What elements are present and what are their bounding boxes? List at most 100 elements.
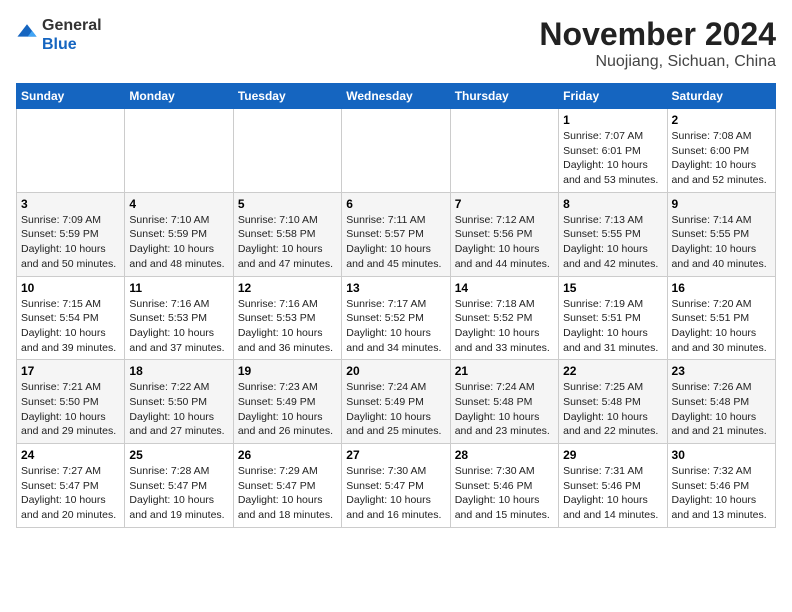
calendar-cell (125, 109, 233, 193)
calendar-cell: 21 Sunrise: 7:24 AMSunset: 5:48 PMDayligh… (450, 360, 558, 444)
calendar-cell (233, 109, 341, 193)
day-number: 3 (21, 197, 120, 211)
calendar-cell: 14 Sunrise: 7:18 AMSunset: 5:52 PMDayligh… (450, 276, 558, 360)
calendar-cell: 29 Sunrise: 7:31 AMSunset: 5:46 PMDayligh… (559, 444, 667, 528)
day-number: 27 (346, 448, 445, 462)
calendar-cell: 5 Sunrise: 7:10 AMSunset: 5:58 PMDaylight… (233, 192, 341, 276)
calendar-cell: 3 Sunrise: 7:09 AMSunset: 5:59 PMDaylight… (17, 192, 125, 276)
logo-icon (16, 22, 38, 44)
day-number: 21 (455, 364, 554, 378)
day-number: 7 (455, 197, 554, 211)
day-number: 8 (563, 197, 662, 211)
calendar-row-1: 3 Sunrise: 7:09 AMSunset: 5:59 PMDaylight… (17, 192, 776, 276)
calendar-cell: 23 Sunrise: 7:26 AMSunset: 5:48 PMDayligh… (667, 360, 775, 444)
weekday-header-friday: Friday (559, 84, 667, 109)
logo-blue-text: Blue (42, 35, 102, 54)
calendar-cell: 4Sunrise: 7:10 AMSunset: 5:59 PMDaylight… (125, 192, 233, 276)
day-info: Sunrise: 7:13 AMSunset: 5:55 PMDaylight:… (563, 213, 662, 272)
calendar-cell: 27 Sunrise: 7:30 AMSunset: 5:47 PMDayligh… (342, 444, 450, 528)
day-number: 15 (563, 281, 662, 295)
calendar-row-2: 10Sunrise: 7:15 AMSunset: 5:54 PMDayligh… (17, 276, 776, 360)
day-number: 5 (238, 197, 337, 211)
day-number: 24 (21, 448, 120, 462)
calendar-cell: 26Sunrise: 7:29 AMSunset: 5:47 PMDayligh… (233, 444, 341, 528)
weekday-header-saturday: Saturday (667, 84, 775, 109)
day-number: 11 (129, 281, 228, 295)
calendar-cell: 2 Sunrise: 7:08 AMSunset: 6:00 PMDaylight… (667, 109, 775, 193)
day-info: Sunrise: 7:08 AMSunset: 6:00 PMDaylight:… (672, 129, 771, 188)
day-info: Sunrise: 7:17 AMSunset: 5:52 PMDaylight:… (346, 297, 445, 356)
day-number: 1 (563, 113, 662, 127)
calendar-row-3: 17 Sunrise: 7:21 AMSunset: 5:50 PMDayligh… (17, 360, 776, 444)
day-info: Sunrise: 7:30 AMSunset: 5:46 PMDaylight:… (455, 464, 554, 523)
day-number: 12 (238, 281, 337, 295)
day-info: Sunrise: 7:09 AMSunset: 5:59 PMDaylight:… (21, 213, 120, 272)
calendar-table: SundayMondayTuesdayWednesdayThursdayFrid… (16, 83, 776, 528)
day-number: 28 (455, 448, 554, 462)
calendar-cell (17, 109, 125, 193)
day-number: 17 (21, 364, 120, 378)
day-info: Sunrise: 7:12 AMSunset: 5:56 PMDaylight:… (455, 213, 554, 272)
calendar-row-0: 1 Sunrise: 7:07 AMSunset: 6:01 PMDaylight… (17, 109, 776, 193)
day-info: Sunrise: 7:21 AMSunset: 5:50 PMDaylight:… (21, 380, 120, 439)
weekday-header-sunday: Sunday (17, 84, 125, 109)
day-number: 29 (563, 448, 662, 462)
title-block: November 2024 Nuojiang, Sichuan, China (539, 16, 776, 71)
day-info: Sunrise: 7:23 AMSunset: 5:49 PMDaylight:… (238, 380, 337, 439)
day-info: Sunrise: 7:25 AMSunset: 5:48 PMDaylight:… (563, 380, 662, 439)
day-number: 2 (672, 113, 771, 127)
day-info: Sunrise: 7:24 AMSunset: 5:48 PMDaylight:… (455, 380, 554, 439)
day-info: Sunrise: 7:18 AMSunset: 5:52 PMDaylight:… (455, 297, 554, 356)
day-info: Sunrise: 7:15 AMSunset: 5:54 PMDaylight:… (21, 297, 120, 356)
calendar-cell: 8 Sunrise: 7:13 AMSunset: 5:55 PMDaylight… (559, 192, 667, 276)
calendar-cell: 22 Sunrise: 7:25 AMSunset: 5:48 PMDayligh… (559, 360, 667, 444)
day-info: Sunrise: 7:14 AMSunset: 5:55 PMDaylight:… (672, 213, 771, 272)
day-number: 23 (672, 364, 771, 378)
day-info: Sunrise: 7:22 AMSunset: 5:50 PMDaylight:… (129, 380, 228, 439)
day-info: Sunrise: 7:10 AMSunset: 5:58 PMDaylight:… (238, 213, 337, 272)
calendar-cell: 24Sunrise: 7:27 AMSunset: 5:47 PMDayligh… (17, 444, 125, 528)
calendar-cell (342, 109, 450, 193)
day-info: Sunrise: 7:32 AMSunset: 5:46 PMDaylight:… (672, 464, 771, 523)
logo: General Blue (16, 16, 102, 54)
calendar-cell: 20Sunrise: 7:24 AMSunset: 5:49 PMDayligh… (342, 360, 450, 444)
calendar-cell: 9 Sunrise: 7:14 AMSunset: 5:55 PMDaylight… (667, 192, 775, 276)
day-number: 30 (672, 448, 771, 462)
day-number: 16 (672, 281, 771, 295)
day-number: 6 (346, 197, 445, 211)
day-info: Sunrise: 7:24 AMSunset: 5:49 PMDaylight:… (346, 380, 445, 439)
day-info: Sunrise: 7:16 AMSunset: 5:53 PMDaylight:… (238, 297, 337, 356)
calendar-cell: 7 Sunrise: 7:12 AMSunset: 5:56 PMDaylight… (450, 192, 558, 276)
calendar-cell: 28 Sunrise: 7:30 AMSunset: 5:46 PMDayligh… (450, 444, 558, 528)
day-number: 4 (129, 197, 228, 211)
calendar-cell: 1 Sunrise: 7:07 AMSunset: 6:01 PMDaylight… (559, 109, 667, 193)
day-number: 22 (563, 364, 662, 378)
calendar-cell: 13 Sunrise: 7:17 AMSunset: 5:52 PMDayligh… (342, 276, 450, 360)
day-number: 18 (129, 364, 228, 378)
weekday-header-thursday: Thursday (450, 84, 558, 109)
day-info: Sunrise: 7:19 AMSunset: 5:51 PMDaylight:… (563, 297, 662, 356)
day-info: Sunrise: 7:31 AMSunset: 5:46 PMDaylight:… (563, 464, 662, 523)
day-number: 9 (672, 197, 771, 211)
day-info: Sunrise: 7:16 AMSunset: 5:53 PMDaylight:… (129, 297, 228, 356)
weekday-header-wednesday: Wednesday (342, 84, 450, 109)
day-info: Sunrise: 7:26 AMSunset: 5:48 PMDaylight:… (672, 380, 771, 439)
day-number: 13 (346, 281, 445, 295)
calendar-cell: 18 Sunrise: 7:22 AMSunset: 5:50 PMDayligh… (125, 360, 233, 444)
calendar-cell: 19Sunrise: 7:23 AMSunset: 5:49 PMDayligh… (233, 360, 341, 444)
calendar-row-4: 24Sunrise: 7:27 AMSunset: 5:47 PMDayligh… (17, 444, 776, 528)
day-info: Sunrise: 7:30 AMSunset: 5:47 PMDaylight:… (346, 464, 445, 523)
day-number: 14 (455, 281, 554, 295)
calendar-cell: 15 Sunrise: 7:19 AMSunset: 5:51 PMDayligh… (559, 276, 667, 360)
calendar-header: SundayMondayTuesdayWednesdayThursdayFrid… (17, 84, 776, 109)
calendar-cell (450, 109, 558, 193)
location: Nuojiang, Sichuan, China (539, 53, 776, 71)
calendar-cell: 25Sunrise: 7:28 AMSunset: 5:47 PMDayligh… (125, 444, 233, 528)
day-info: Sunrise: 7:07 AMSunset: 6:01 PMDaylight:… (563, 129, 662, 188)
calendar-cell: 30 Sunrise: 7:32 AMSunset: 5:46 PMDayligh… (667, 444, 775, 528)
weekday-header-tuesday: Tuesday (233, 84, 341, 109)
calendar-cell: 10Sunrise: 7:15 AMSunset: 5:54 PMDayligh… (17, 276, 125, 360)
weekday-header-monday: Monday (125, 84, 233, 109)
month-title: November 2024 (539, 16, 776, 53)
day-info: Sunrise: 7:29 AMSunset: 5:47 PMDaylight:… (238, 464, 337, 523)
